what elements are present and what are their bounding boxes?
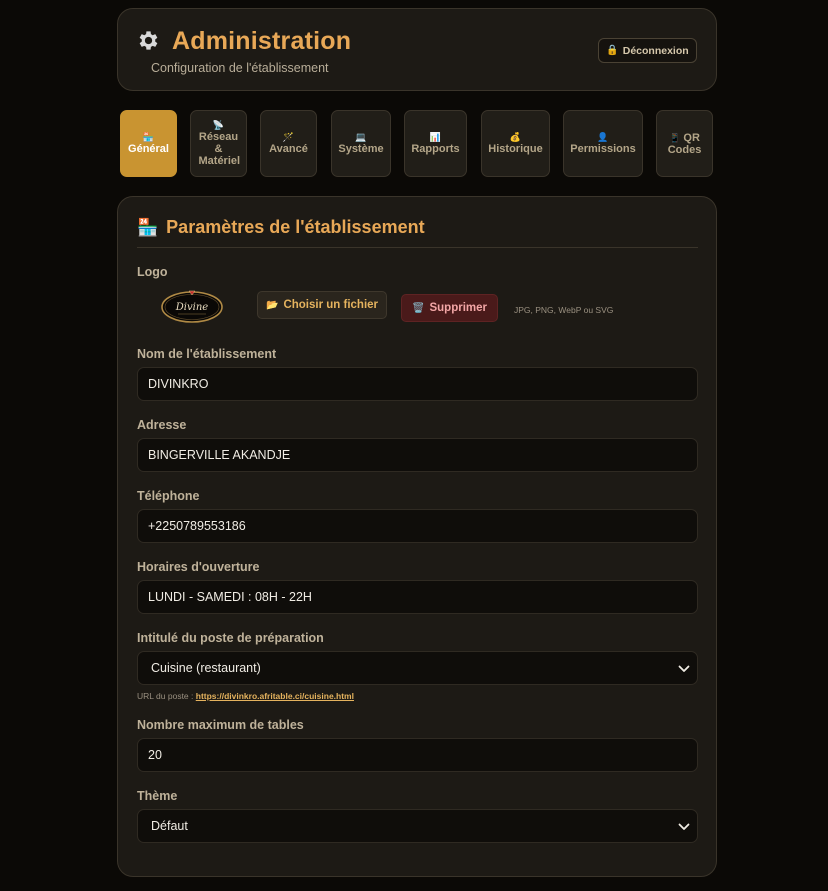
phone-value: +2250789553186 — [148, 519, 246, 533]
store-icon: 🏪 — [137, 217, 159, 237]
tab-system[interactable]: 💻 Système — [331, 110, 391, 177]
svg-text:Divine: Divine — [175, 302, 209, 313]
wand-icon: 🪄 — [282, 132, 295, 142]
section-title: 🏪 Paramètres de l'établissement — [137, 217, 425, 238]
section-title-text: Paramètres de l'établissement — [166, 217, 425, 237]
header-card: Administration Configuration de l'établi… — [117, 8, 717, 91]
trash-icon: 🗑️ — [412, 302, 425, 314]
chart-icon: 📊 — [429, 132, 442, 142]
page-title: Administration — [172, 27, 352, 55]
choose-file-button[interactable]: 📂 Choisir un fichier — [257, 291, 387, 319]
address-value: BINGERVILLE AKANDJE — [148, 448, 291, 462]
user-icon: 👤 — [597, 132, 609, 142]
antenna-icon: 📡 — [212, 120, 225, 130]
max-tables-value: 20 — [148, 748, 162, 762]
phone-label: Téléphone — [137, 489, 200, 503]
hours-value: LUNDI - SAMEDI : 08H - 22H — [148, 590, 312, 604]
address-input[interactable]: BINGERVILLE AKANDJE — [137, 438, 698, 472]
address-label: Adresse — [137, 418, 187, 432]
logout-button[interactable]: 🔒 Déconnexion — [598, 38, 697, 63]
prep-station-label: Intitulé du poste de préparation — [137, 631, 324, 645]
phone-input[interactable]: +2250789553186 — [137, 509, 698, 543]
tab-network-hardware[interactable]: 📡 Réseau & Matériel — [190, 110, 247, 177]
station-url-prefix: URL du poste : — [137, 691, 196, 701]
delete-logo-button[interactable]: 🗑️ Supprimer — [401, 294, 498, 322]
logout-label: Déconnexion — [622, 44, 689, 57]
hours-label: Horaires d'ouverture — [137, 560, 260, 574]
chevron-down-icon — [678, 823, 690, 830]
station-url-line: URL du poste : https://divinkro.afritabl… — [137, 691, 354, 701]
theme-label: Thème — [137, 789, 178, 803]
tab-label: Général — [128, 143, 169, 155]
divider — [137, 247, 698, 248]
theme-select[interactable]: Défaut — [137, 809, 698, 843]
laptop-icon: 💻 — [355, 132, 367, 142]
tab-general[interactable]: 🏪 Général — [120, 110, 177, 177]
logo-image: Divine — [161, 290, 223, 323]
settings-card: 🏪 Paramètres de l'établissement Logo Div… — [117, 196, 717, 877]
tab-qr-codes[interactable]: 📱 QR Codes — [656, 110, 713, 177]
name-label: Nom de l'établissement — [137, 347, 277, 361]
phone-icon: 📱 — [669, 132, 681, 143]
tab-history[interactable]: 💰 Historique — [481, 110, 550, 177]
choose-file-label: Choisir un fichier — [283, 299, 379, 311]
page-subtitle: Configuration de l'établissement — [151, 61, 329, 75]
theme-value: Défaut — [151, 819, 188, 833]
tab-label: Rapports — [411, 143, 460, 155]
name-input[interactable]: DIVINKRO — [137, 367, 698, 401]
tab-label: Historique — [488, 143, 543, 155]
max-tables-label: Nombre maximum de tables — [137, 718, 304, 732]
chevron-down-icon — [678, 665, 690, 672]
max-tables-input[interactable]: 20 — [137, 738, 698, 772]
tab-label: Permissions — [570, 143, 636, 155]
tab-label: Avancé — [269, 143, 308, 155]
logo-label: Logo — [137, 265, 168, 279]
lock-icon: 🔒 — [606, 45, 619, 56]
file-format-hint: JPG, PNG, WebP ou SVG — [514, 305, 614, 315]
tab-permissions[interactable]: 👤 Permissions — [563, 110, 643, 177]
delete-label: Supprimer — [429, 302, 487, 314]
folder-icon: 📂 — [265, 299, 279, 311]
station-url-link[interactable]: https://divinkro.afritable.ci/cuisine.ht… — [196, 691, 354, 701]
hours-input[interactable]: LUNDI - SAMEDI : 08H - 22H — [137, 580, 698, 614]
tab-label: Système — [338, 143, 384, 155]
tab-label: 📱 QR Codes — [667, 131, 702, 156]
prep-station-select[interactable]: Cuisine (restaurant) — [137, 651, 698, 685]
money-bag-icon: 💰 — [509, 132, 522, 142]
name-value: DIVINKRO — [148, 377, 209, 391]
tab-advanced[interactable]: 🪄 Avancé — [260, 110, 317, 177]
tab-reports[interactable]: 📊 Rapports — [404, 110, 467, 177]
store-icon: 🏪 — [142, 132, 155, 142]
prep-station-value: Cuisine (restaurant) — [151, 661, 261, 675]
tab-label: Réseau & Matériel — [198, 131, 241, 167]
gear-icon — [139, 31, 158, 50]
